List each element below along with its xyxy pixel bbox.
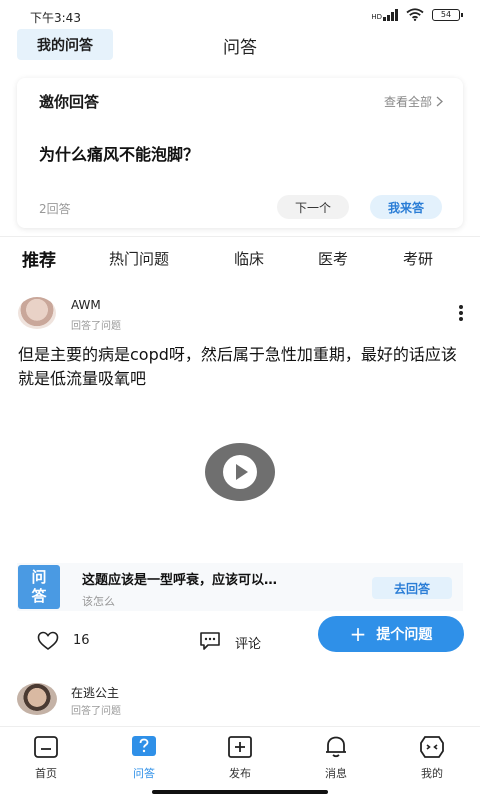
view-all-link[interactable]: 查看全部: [384, 93, 443, 110]
wifi-icon: [406, 8, 424, 21]
post-content[interactable]: 但是主要的病是copd呀，然后属于急性加重期，最好的话应该就是低流量吸氧吧: [18, 343, 466, 391]
status-bar: 下午3:43 HD 54: [0, 0, 480, 30]
invite-question[interactable]: 为什么痛风不能泡脚？: [39, 141, 199, 165]
avatar[interactable]: [17, 683, 57, 715]
go-answer-button[interactable]: 去回答: [372, 577, 452, 599]
nav-qa[interactable]: 问答: [114, 735, 174, 781]
qa-badge-icon: 问 答: [18, 565, 60, 609]
answer-now-button[interactable]: 我来答: [370, 195, 442, 219]
next-question-button[interactable]: 下一个: [277, 195, 349, 219]
nav-label: 问答: [133, 767, 155, 780]
post-action: 回答了问题: [71, 706, 121, 717]
page-title: 问答: [223, 38, 257, 58]
invite-card: 邀你回答 查看全部 为什么痛风不能泡脚？ 2回答 下一个 我来答: [17, 78, 463, 228]
more-options-icon[interactable]: [458, 305, 464, 321]
publish-icon: [228, 736, 252, 758]
related-question-subtext: 该怎么: [82, 595, 115, 608]
play-icon: [223, 455, 257, 489]
related-question-text: 这题应该是一型呼衰，应该可以…: [82, 573, 278, 588]
tab-postgrad-exam[interactable]: 考研: [403, 248, 433, 269]
invite-card-title: 邀你回答: [39, 93, 100, 111]
home-indicator[interactable]: [152, 790, 328, 794]
qa-badge-bottom: 答: [31, 587, 47, 605]
bottom-navigation: 首页 问答 发布 消息 我的: [0, 726, 480, 800]
nav-messages[interactable]: 消息: [306, 735, 366, 781]
nav-label: 首页: [35, 767, 57, 780]
tab-medical-exam[interactable]: 医考: [318, 248, 348, 269]
ask-question-label: 提个问题: [376, 627, 433, 643]
tab-hot-questions[interactable]: 热门问题: [109, 248, 169, 269]
answer-count: 2回答: [39, 202, 71, 216]
cellular-signal-icon: HD: [371, 8, 398, 21]
nav-label: 我的: [421, 767, 443, 780]
profile-icon: [420, 736, 444, 758]
ask-question-button[interactable]: + 提个问题: [318, 616, 464, 652]
tab-recommend[interactable]: 推荐: [22, 246, 56, 271]
app-screen: 下午3:43 HD 54 我的 问答 问答 邀你回答 查看全部 为什么痛风不能泡脚…: [0, 0, 480, 800]
heart-icon[interactable]: [37, 631, 59, 651]
chevron-right-icon: [436, 96, 443, 107]
nav-publish[interactable]: 发布: [210, 735, 270, 781]
plus-icon: +: [349, 622, 367, 646]
post-author[interactable]: 在逃公主: [71, 684, 119, 701]
network-badge: HD: [371, 12, 382, 21]
nav-label: 发布: [229, 767, 251, 780]
post-action: 回答了问题: [71, 321, 121, 332]
section-divider: [0, 236, 480, 237]
related-question[interactable]: 问 答 这题应该是一型呼衰，应该可以… 该怎么 去回答: [17, 563, 463, 611]
view-all-label: 查看全部: [383, 95, 432, 109]
comment-icon[interactable]: [199, 631, 221, 651]
category-tabs: 推荐 热门问题 临床 医考 考研: [0, 248, 480, 274]
post-author[interactable]: AWM: [71, 298, 101, 312]
play-video-button[interactable]: [205, 443, 275, 501]
nav-home[interactable]: 首页: [16, 735, 76, 781]
battery-level: 54: [440, 10, 452, 19]
comment-label[interactable]: 评论: [235, 633, 261, 652]
status-icons: HD 54: [371, 8, 463, 21]
nav-label: 消息: [325, 767, 347, 780]
status-time: 下午3:43: [30, 11, 81, 25]
qa-badge-top: 问: [31, 568, 47, 586]
avatar[interactable]: [18, 297, 56, 329]
like-count: 16: [73, 633, 90, 648]
bell-icon: [326, 736, 346, 758]
battery-icon: 54: [432, 8, 463, 21]
tab-clinical[interactable]: 临床: [234, 248, 264, 269]
nav-profile[interactable]: 我的: [402, 735, 462, 781]
home-icon: [34, 736, 58, 758]
question-icon: [132, 736, 156, 756]
